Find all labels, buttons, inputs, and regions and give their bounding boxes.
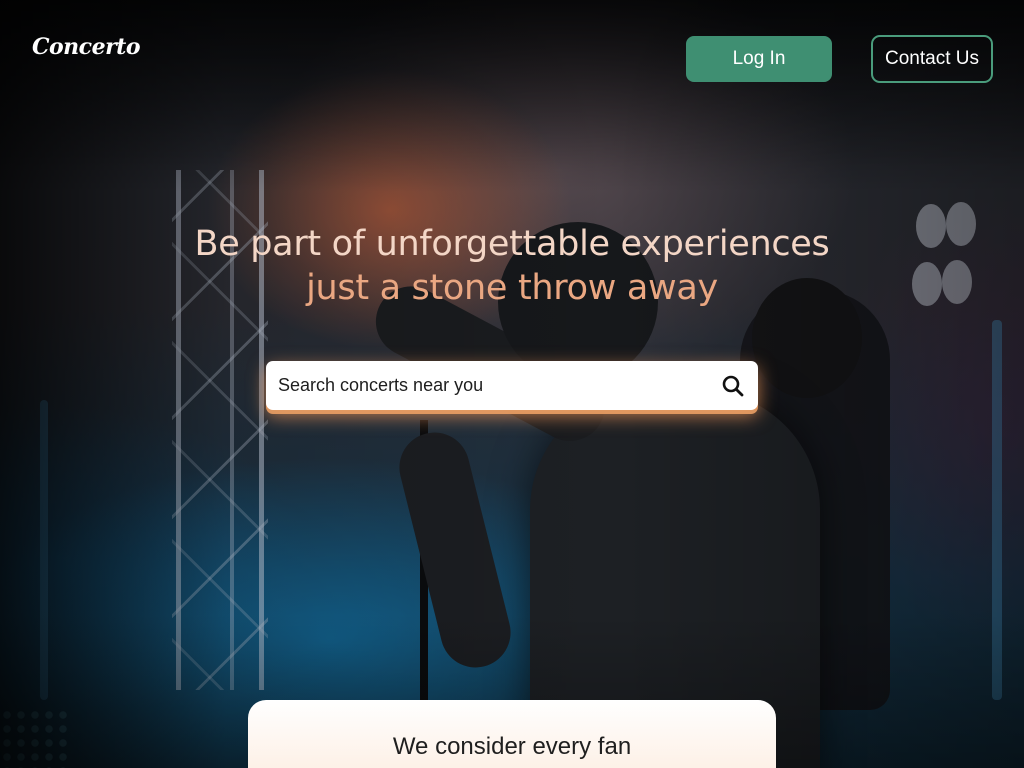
headline-line-2: just a stone throw away	[306, 268, 718, 308]
login-button[interactable]: Log In	[686, 36, 832, 82]
card-title: We consider every fan	[392, 733, 632, 760]
headline-line-1: Be part of unforgettable experiences	[194, 224, 830, 264]
search-button[interactable]	[708, 361, 758, 410]
contact-us-button[interactable]: Contact Us	[871, 35, 993, 83]
search-icon	[722, 375, 744, 396]
hero-headline: Be part of unforgettable experiences jus…	[0, 222, 1024, 310]
logo[interactable]: Concerto	[32, 34, 141, 60]
info-card: We consider every fan	[248, 700, 776, 768]
search-input[interactable]	[266, 361, 708, 410]
search-bar	[266, 361, 758, 410]
